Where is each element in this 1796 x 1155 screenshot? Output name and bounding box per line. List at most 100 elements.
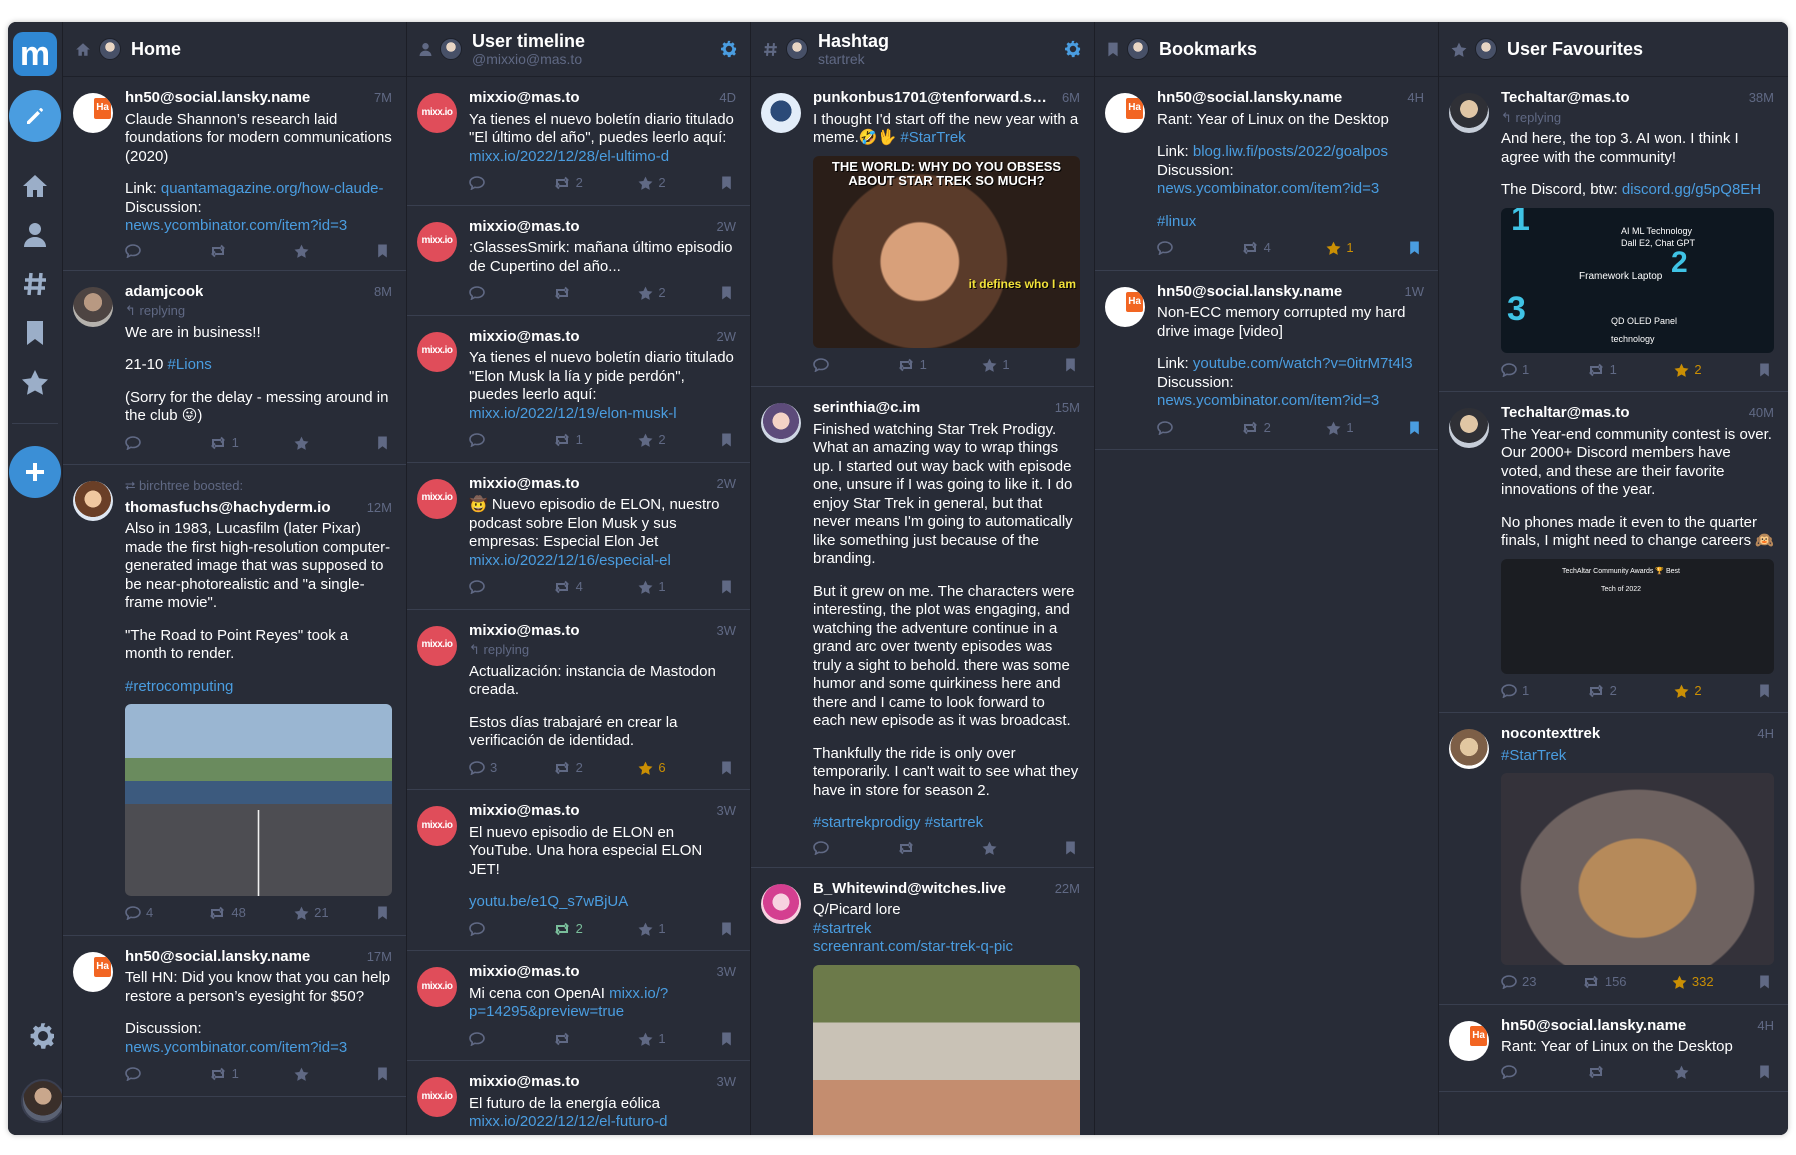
hashtag-link[interactable]: #startrek: [925, 814, 983, 831]
bookmark-button[interactable]: [1409, 421, 1420, 435]
timestamp[interactable]: 15M: [1055, 399, 1080, 418]
timestamp[interactable]: 38M: [1749, 89, 1774, 108]
favourite-button[interactable]: 1: [1326, 239, 1360, 258]
display-name[interactable]: thomasfuchs@hachyderm.io: [125, 499, 331, 518]
status-post[interactable]: adamjcook 8M ↰ replying We are in business!…: [63, 271, 406, 465]
status-post[interactable]: punkonbus1701@tenforward.social 6M I thoug…: [751, 77, 1094, 387]
reply-button[interactable]: [1157, 420, 1192, 435]
boost-button[interactable]: 1: [897, 356, 934, 375]
avatar[interactable]: [1449, 93, 1489, 133]
bookmark-button[interactable]: [721, 1032, 732, 1046]
display-name[interactable]: adamjcook: [125, 283, 203, 302]
display-name[interactable]: mixxio@mas.to: [469, 89, 580, 108]
rail-bookmarks-button[interactable]: [13, 311, 57, 355]
hashtag-link[interactable]: #StarTrek: [1501, 747, 1566, 764]
media-attachment[interactable]: [813, 964, 1080, 1135]
timestamp[interactable]: 17M: [367, 948, 392, 967]
hashtag-link[interactable]: #linux: [1157, 213, 1196, 230]
bookmark-button[interactable]: [377, 1067, 388, 1081]
boost-button[interactable]: 1: [553, 431, 590, 450]
timestamp[interactable]: 4D: [719, 89, 736, 108]
column-timeline[interactable]: hn50@social.lansky.name 7M Claude Shannon’…: [63, 77, 406, 1135]
status-link[interactable]: news.ycombinator.com/item?id=3: [1157, 392, 1379, 409]
avatar[interactable]: [1449, 1020, 1489, 1061]
status-link[interactable]: youtube.com/watch?v=0itrM7t4l3: [1193, 355, 1413, 372]
hashtag-link[interactable]: #startrek: [813, 920, 871, 937]
timestamp[interactable]: 22M: [1055, 880, 1080, 899]
timestamp[interactable]: 2W: [717, 475, 737, 494]
reply-button[interactable]: [1501, 1064, 1536, 1079]
media-attachment[interactable]: [1501, 773, 1774, 965]
avatar[interactable]: [761, 403, 801, 443]
status-link[interactable]: screenrant.com/star-trek-q-pic: [813, 938, 1013, 955]
timestamp[interactable]: 3W: [717, 802, 737, 821]
status-post[interactable]: hn50@social.lansky.name 1W Non-ECC memory …: [1095, 271, 1438, 450]
hashtag-link[interactable]: #Lions: [168, 356, 212, 373]
display-name[interactable]: hn50@social.lansky.name: [125, 948, 310, 967]
status-link[interactable]: blog.liw.fi/posts/2022/goalpos: [1193, 143, 1388, 160]
rail-home-button[interactable]: [13, 164, 57, 208]
avatar[interactable]: [1449, 408, 1489, 448]
status-link[interactable]: discord.gg/g5pQ8EH: [1622, 181, 1761, 198]
favourite-button[interactable]: [1674, 1065, 1708, 1079]
boost-button[interactable]: 1: [209, 1065, 246, 1084]
bookmark-button[interactable]: [1065, 358, 1076, 372]
reply-button[interactable]: [469, 580, 504, 595]
display-name[interactable]: hn50@social.lansky.name: [1157, 89, 1342, 108]
add-column-button[interactable]: [9, 446, 61, 498]
favourite-button[interactable]: [294, 244, 328, 258]
column-timeline[interactable]: mixx.io mixxio@mas.to 4D Ya tienes el nuevo…: [407, 77, 750, 1135]
reply-button[interactable]: [125, 435, 160, 450]
timestamp[interactable]: 2W: [717, 218, 737, 237]
display-name[interactable]: hn50@social.lansky.name: [1157, 283, 1342, 302]
reply-button[interactable]: 1: [1501, 682, 1536, 701]
reply-button[interactable]: [469, 921, 504, 936]
reply-button[interactable]: [813, 840, 848, 855]
reply-button[interactable]: [1157, 241, 1192, 256]
reply-button[interactable]: [469, 286, 504, 301]
display-name[interactable]: hn50@social.lansky.name: [125, 89, 310, 108]
status-link[interactable]: mixx.io/2022/12/16/especial-el: [469, 552, 671, 569]
avatar[interactable]: [761, 93, 801, 133]
timestamp[interactable]: 4H: [1757, 725, 1774, 744]
media-attachment[interactable]: TechAltar Community Awards 🏆 Best Tech o…: [1501, 558, 1774, 674]
avatar[interactable]: mixx.io: [417, 93, 457, 133]
avatar[interactable]: [73, 951, 113, 992]
avatar[interactable]: [73, 286, 113, 327]
boost-button[interactable]: 2: [553, 920, 590, 939]
boost-button[interactable]: [209, 244, 246, 258]
status-post[interactable]: mixx.io mixxio@mas.to 2W:GlassesSmirk: mañ…: [407, 206, 750, 316]
status-post[interactable]: Techaltar@mas.to 38M ↰ replying And here, t…: [1439, 77, 1788, 392]
boost-button[interactable]: [553, 286, 590, 300]
avatar[interactable]: [73, 481, 113, 521]
timestamp[interactable]: 3W: [717, 1073, 737, 1092]
timestamp[interactable]: 3W: [717, 963, 737, 982]
status-post[interactable]: hn50@social.lansky.name 17M Tell HN: Did y…: [63, 936, 406, 1097]
display-name[interactable]: serinthia@c.im: [813, 399, 920, 418]
favourite-button[interactable]: [294, 1067, 328, 1082]
favourite-button[interactable]: 2: [638, 431, 672, 450]
avatar[interactable]: mixx.io: [417, 806, 457, 846]
bookmark-button[interactable]: [1759, 684, 1770, 698]
boost-button[interactable]: 2: [1241, 419, 1278, 438]
status-link[interactable]: news.ycombinator.com/item?id=3: [1157, 180, 1379, 197]
media-attachment[interactable]: 1 AI ML Technology Dall E2, Chat GPT Framew…: [1501, 207, 1774, 353]
status-link[interactable]: mixx.io/2022/12/28/el-ultimo-d: [469, 148, 669, 165]
settings-button[interactable]: [21, 1014, 65, 1058]
timestamp[interactable]: 7M: [374, 89, 392, 108]
timestamp[interactable]: 8M: [374, 283, 392, 302]
favourite-button[interactable]: [294, 436, 328, 450]
status-post[interactable]: B_Whitewind@witches.live 22M Q/Picard lore…: [751, 868, 1094, 1135]
favourite-button[interactable]: 21: [294, 904, 329, 923]
favourite-button[interactable]: 1: [638, 920, 672, 939]
avatar[interactable]: mixx.io: [417, 625, 457, 666]
column-settings-icon[interactable]: [1064, 40, 1082, 58]
status-link[interactable]: news.ycombinator.com/item?id=3: [125, 217, 347, 234]
display-name[interactable]: mixxio@mas.to: [469, 963, 580, 982]
media-attachment[interactable]: THE WORLD: WHY DO YOU OBSESS ABOUT STAR …: [813, 155, 1080, 348]
timestamp[interactable]: 1W: [1405, 283, 1425, 302]
column-header[interactable]: Hashtag startrek: [751, 22, 1094, 77]
boost-button[interactable]: 4: [553, 578, 590, 597]
status-link[interactable]: news.ycombinator.com/item?id=3: [125, 1039, 347, 1056]
timestamp[interactable]: 6M: [1062, 89, 1080, 108]
